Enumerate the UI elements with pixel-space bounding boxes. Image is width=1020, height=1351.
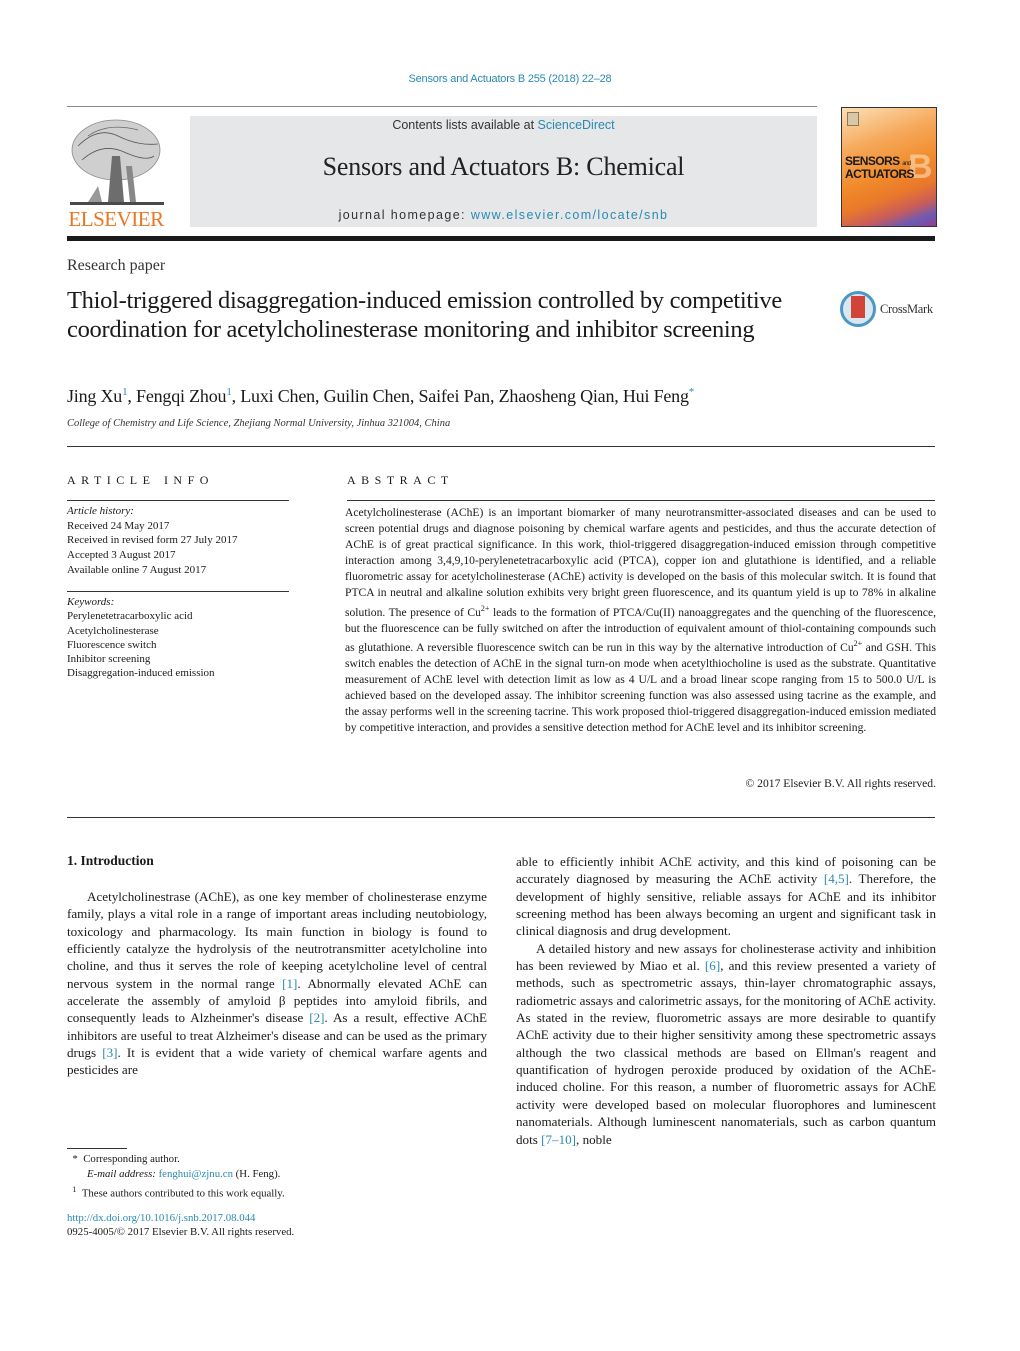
body-text: , noble	[576, 1131, 612, 1147]
body-text: , and this review presented a variety of…	[516, 958, 936, 1147]
history-item: Accepted 3 August 2017	[67, 549, 176, 562]
footnote-mark: 1	[72, 1185, 77, 1194]
history-label: Article history:	[67, 505, 134, 517]
footnote-divider	[67, 1148, 127, 1149]
journal-masthead: Contents lists available at ScienceDirec…	[190, 116, 817, 227]
author[interactable]: Saifei Pan	[418, 386, 490, 406]
divider	[67, 817, 935, 818]
footnotes: * Corresponding author. E-mail address: …	[67, 1152, 285, 1202]
footnote-email: E-mail address: fenghui@zjnu.cn (H. Feng…	[67, 1167, 285, 1182]
header-divider	[67, 106, 817, 107]
footnote-equal-contribution: 1 These authors contributed to this work…	[67, 1182, 285, 1202]
keyword: Disaggregation-induced emission	[67, 667, 215, 680]
reference-link[interactable]: [1]	[282, 976, 297, 991]
elsevier-wordmark: ELSEVIER	[68, 207, 164, 231]
author[interactable]: Zhaosheng Qian	[499, 386, 615, 406]
reference-link[interactable]: [3]	[102, 1045, 117, 1060]
doi-link[interactable]: http://dx.doi.org/10.1016/j.snb.2017.08.…	[67, 1212, 255, 1224]
superscript: 2+	[853, 639, 863, 649]
keywords-label: Keywords:	[67, 596, 115, 608]
article-info-heading: ARTICLE INFO	[67, 473, 214, 487]
header-thick-divider	[67, 236, 935, 241]
divider	[67, 591, 289, 592]
keyword: Inhibitor screening	[67, 653, 151, 666]
divider	[67, 446, 935, 447]
footnote-text: These authors contributed to this work e…	[81, 1187, 285, 1200]
keywords: Keywords: Perylenetetracarboxylic acid A…	[67, 595, 215, 681]
reference-link[interactable]: [7–10]	[541, 1132, 576, 1147]
email-label: E-mail address:	[87, 1168, 159, 1180]
elsevier-logo[interactable]: ELSEVIER	[66, 116, 166, 231]
footnote-corresponding: * Corresponding author.	[67, 1152, 285, 1167]
homepage-link[interactable]: www.elsevier.com/locate/snb	[471, 208, 669, 222]
author-footnote-mark[interactable]: 1	[122, 386, 128, 398]
footnote-mark: *	[72, 1153, 78, 1165]
journal-homepage: journal homepage: www.elsevier.com/locat…	[190, 208, 817, 222]
reference-link[interactable]: [4,5]	[824, 871, 849, 886]
keyword: Perylenetetracarboxylic acid	[67, 610, 193, 623]
history-item: Received 24 May 2017	[67, 519, 170, 532]
corresponding-author-mark[interactable]: *	[689, 386, 695, 398]
abstract-segment: and GSH. This switch enables the detecti…	[345, 641, 936, 735]
author[interactable]: Luxi Chen	[240, 386, 315, 406]
history-item: Received in revised form 27 July 2017	[67, 534, 238, 547]
sciencedirect-link[interactable]: ScienceDirect	[538, 118, 615, 132]
crossmark-label: CrossMark	[880, 302, 933, 316]
author-footnote-mark[interactable]: 1	[226, 386, 232, 398]
history-item: Available online 7 August 2017	[67, 563, 207, 576]
crossmark-ribbon	[851, 296, 865, 318]
author[interactable]: Guilin Chen	[324, 386, 411, 406]
abstract-segment: Acetylcholinesterase (AChE) is an import…	[345, 506, 936, 619]
cover-title-sensors: SENSORS	[845, 154, 900, 168]
cover-title-line1: SENSORS and	[845, 154, 911, 168]
abstract-heading: ABSTRACT	[347, 473, 454, 487]
reference-link[interactable]: [6]	[705, 958, 720, 973]
section-heading-introduction: 1. Introduction	[67, 853, 154, 868]
article-title: Thiol-triggered disaggregation-induced e…	[67, 287, 782, 343]
crossmark-button[interactable]: CrossMark	[840, 291, 940, 329]
body-column-left: Acetylcholinestrase (AChE), as one key m…	[67, 888, 487, 1079]
crossmark-icon	[840, 291, 876, 327]
body-text: . It is evident that a wide variety of c…	[67, 1045, 487, 1078]
affiliation: College of Chemistry and Life Science, Z…	[67, 418, 451, 429]
body-column-right: able to efficiently inhibit AChE activit…	[516, 853, 936, 1148]
journal-name: Sensors and Actuators B: Chemical	[322, 152, 685, 181]
author[interactable]: Hui Feng	[623, 386, 689, 406]
author[interactable]: Jing Xu	[67, 386, 122, 406]
divider	[67, 500, 289, 501]
journal-citation-link[interactable]: Sensors and Actuators B 255 (2018) 22–28	[0, 73, 1020, 85]
contents-prefix: Contents lists available at	[392, 118, 538, 132]
homepage-prefix: journal homepage:	[338, 208, 471, 222]
keyword: Fluorescence switch	[67, 638, 157, 651]
contents-availability: Contents lists available at ScienceDirec…	[190, 118, 817, 132]
elsevier-tree-icon	[70, 119, 164, 205]
abstract-text: Acetylcholinesterase (AChE) is an import…	[345, 505, 936, 736]
article-type: Research paper	[67, 257, 166, 274]
keyword: Acetylcholinesterase	[67, 624, 159, 637]
article-history: Article history: Received 24 May 2017 Re…	[67, 504, 237, 578]
journal-cover-thumbnail[interactable]: B SENSORS and ACTUATORS	[841, 107, 937, 227]
cover-publisher-badge-icon	[847, 112, 859, 126]
issn-copyright: 0925-4005/© 2017 Elsevier B.V. All right…	[67, 1226, 295, 1238]
abstract-copyright: © 2017 Elsevier B.V. All rights reserved…	[745, 777, 936, 790]
cover-title-line2: ACTUATORS	[845, 167, 914, 181]
footnote-text: Corresponding author.	[83, 1153, 180, 1165]
author[interactable]: Fengqi Zhou	[136, 386, 226, 406]
author-list: Jing Xu1, Fengqi Zhou1, Luxi Chen, Guili…	[67, 386, 695, 406]
reference-link[interactable]: [2]	[309, 1010, 324, 1025]
email-suffix: (H. Feng).	[232, 1168, 281, 1180]
divider	[347, 500, 935, 501]
email-link[interactable]: fenghui@zjnu.cn	[159, 1168, 233, 1180]
